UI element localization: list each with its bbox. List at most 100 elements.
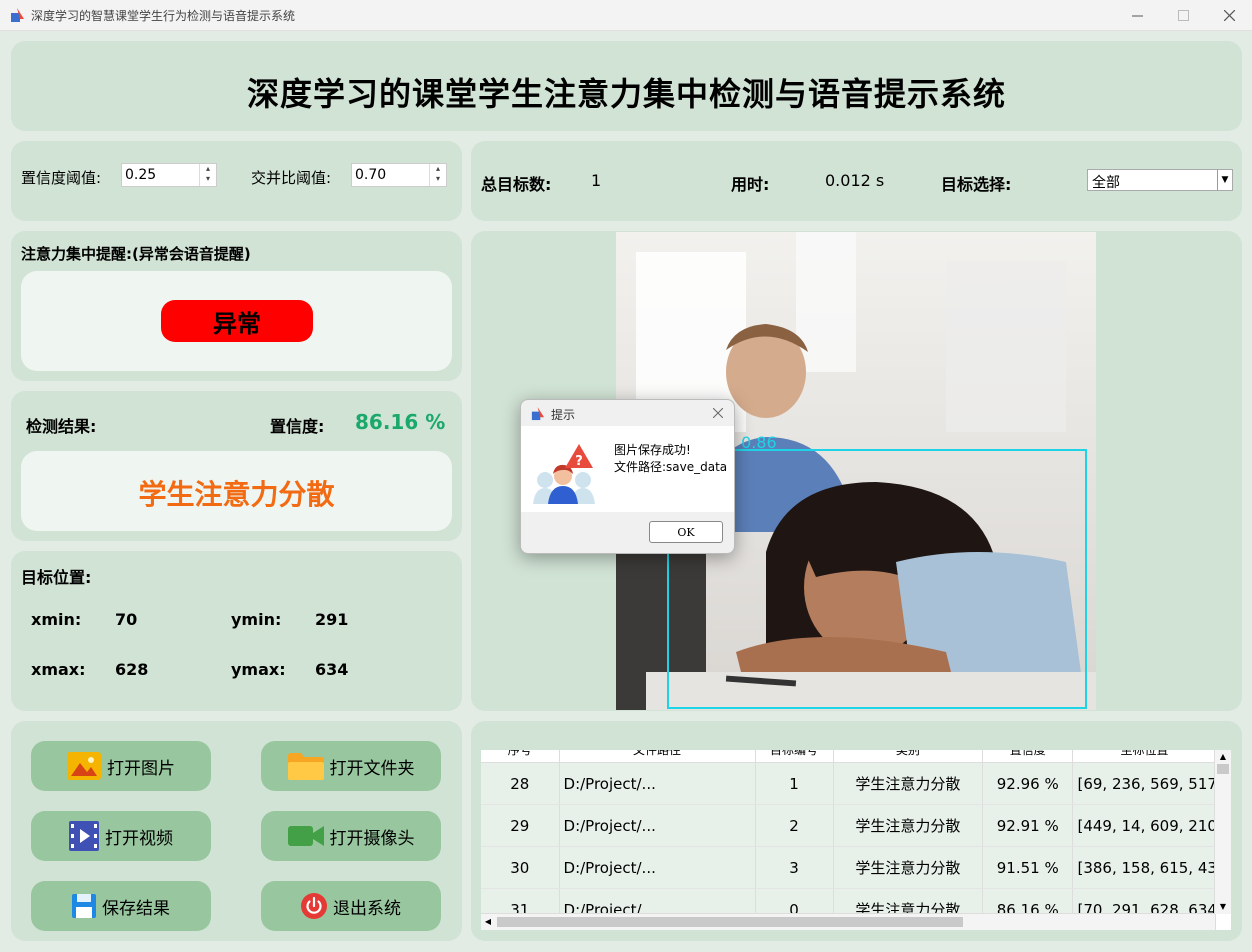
- total-targets-label: 总目标数:: [481, 175, 552, 194]
- target-select-label: 目标选择:: [941, 175, 1012, 194]
- table-cell: D:/Project/...: [559, 804, 756, 847]
- results-table[interactable]: 序号 文件路径 目标编号 类别 置信度 坐标位置 28 D:/Project/.…: [481, 750, 1231, 930]
- time-value: 0.012 s: [825, 171, 885, 190]
- app-icon: [531, 406, 545, 421]
- params-panel: 置信度阈值: 0.25 ▴ ▾ 交并比阈值: 0.70 ▴ ▾: [11, 141, 462, 221]
- iou-threshold-value: 0.70: [355, 167, 387, 183]
- svg-text:?: ?: [575, 454, 583, 469]
- table-cell: 28: [481, 762, 560, 805]
- target-select-value: 全部: [1092, 175, 1120, 191]
- save-button[interactable]: 保存结果: [31, 881, 211, 931]
- table-cell: 学生注意力分散: [833, 762, 984, 805]
- column-header[interactable]: 置信度: [982, 750, 1074, 763]
- power-icon: [301, 893, 327, 919]
- xmin-value: 70: [115, 610, 138, 629]
- buttons-panel: 打开图片 打开文件夹 打开视频 打开摄像头 保存结果 退出系统: [11, 721, 462, 941]
- ymax-label: ymax:: [231, 660, 286, 679]
- scroll-down-icon[interactable]: ▼: [1215, 900, 1231, 914]
- dialog-title: 提示: [551, 408, 576, 422]
- table-cell: [69, 236, 569, 517]: [1072, 762, 1216, 805]
- table-cell: 92.96 %: [982, 762, 1074, 805]
- result-panel: 检测结果: 置信度: 86.16 % 学生注意力分散: [11, 391, 462, 541]
- message-dialog: 提示 ? 图片保存成功! 文件路径:save_data OK: [520, 399, 735, 554]
- close-icon[interactable]: [713, 408, 723, 418]
- results-grid: 序号 文件路径 目标编号 类别 置信度 坐标位置 28 D:/Project/.…: [481, 750, 1216, 930]
- table-cell: 92.91 %: [982, 804, 1074, 847]
- result-box: 学生注意力分散: [21, 451, 452, 531]
- conf-threshold-spinbox[interactable]: 0.25 ▴ ▾: [121, 163, 217, 187]
- xmin-label: xmin:: [31, 610, 82, 629]
- open-folder-button[interactable]: 打开文件夹: [261, 741, 441, 791]
- ok-button[interactable]: OK: [649, 521, 723, 543]
- ymax-value: 634: [315, 660, 349, 679]
- alert-box: 异常: [21, 271, 452, 371]
- iou-threshold-label: 交并比阈值:: [251, 169, 332, 187]
- exit-label: 退出系统: [333, 898, 401, 919]
- dialog-message-line2: 文件路径:save_data: [614, 460, 728, 474]
- column-header[interactable]: 坐标位置: [1072, 750, 1216, 763]
- ymin-label: ymin:: [231, 610, 282, 629]
- column-header[interactable]: 目标编号: [755, 750, 834, 763]
- open-video-label: 打开视频: [105, 828, 173, 849]
- spin-arrows-icon[interactable]: ▴ ▾: [199, 164, 216, 186]
- xmax-label: xmax:: [31, 660, 86, 679]
- open-camera-button[interactable]: 打开摄像头: [261, 811, 441, 861]
- table-cell: D:/Project/...: [559, 846, 756, 889]
- close-button[interactable]: [1206, 0, 1252, 30]
- image-icon: [67, 752, 101, 780]
- open-video-button[interactable]: 打开视频: [31, 811, 211, 861]
- table-cell: [449, 14, 609, 210]: [1072, 804, 1216, 847]
- table-cell: 学生注意力分散: [833, 846, 984, 889]
- vertical-scrollbar[interactable]: ▲ ▼: [1214, 750, 1231, 914]
- column-header[interactable]: 序号: [481, 750, 560, 763]
- window-title: 深度学习的智慧课堂学生行为检测与语音提示系统: [31, 9, 296, 23]
- xmax-value: 628: [115, 660, 149, 679]
- stats-panel: 总目标数: 1 用时: 0.012 s 目标选择: 全部 ▼: [471, 141, 1242, 221]
- app-icon: [11, 8, 24, 22]
- table-cell: 2: [755, 804, 834, 847]
- result-class: 学生注意力分散: [138, 478, 335, 511]
- iou-threshold-spinbox[interactable]: 0.70 ▴ ▾: [351, 163, 447, 187]
- open-folder-label: 打开文件夹: [329, 758, 415, 779]
- table-cell: 学生注意力分散: [833, 804, 984, 847]
- target-select-dropdown[interactable]: 全部 ▼: [1087, 169, 1233, 191]
- header-panel: 深度学习的课堂学生注意力集中检测与语音提示系统: [11, 41, 1242, 131]
- video-icon: [69, 821, 99, 851]
- vertical-scroll-thumb[interactable]: [1217, 764, 1229, 774]
- position-label: 目标位置:: [21, 568, 92, 587]
- total-targets-value: 1: [591, 171, 602, 190]
- conf-threshold-label: 置信度阈值:: [21, 169, 102, 187]
- confidence-value: 86.16 %: [355, 410, 446, 434]
- save-label: 保存结果: [102, 898, 170, 919]
- confidence-label: 置信度:: [270, 417, 325, 436]
- table-cell: 91.51 %: [982, 846, 1074, 889]
- minimize-button[interactable]: [1114, 0, 1160, 30]
- save-icon: [72, 894, 96, 918]
- horizontal-scrollbar[interactable]: ◀: [481, 913, 1215, 930]
- table-header-row: 序号 文件路径 目标编号 类别 置信度 坐标位置: [481, 750, 1216, 763]
- spin-arrows-icon[interactable]: ▴ ▾: [429, 164, 446, 186]
- open-camera-label: 打开摄像头: [329, 828, 415, 849]
- maximize-button[interactable]: [1160, 0, 1206, 30]
- page-title: 深度学习的课堂学生注意力集中检测与语音提示系统: [246, 75, 1006, 113]
- table-row[interactable]: 30 D:/Project/... 3 学生注意力分散 91.51 % [386…: [481, 846, 1216, 889]
- scroll-up-icon[interactable]: ▲: [1215, 750, 1231, 764]
- minimize-icon: [1131, 15, 1143, 16]
- column-header[interactable]: 文件路径: [559, 750, 756, 763]
- result-label: 检测结果:: [26, 417, 97, 436]
- chevron-down-icon[interactable]: ▼: [1217, 170, 1232, 190]
- dialog-body: ? 图片保存成功! 文件路径:save_data: [521, 426, 734, 512]
- open-image-button[interactable]: 打开图片: [31, 741, 211, 791]
- dialog-message-line1: 图片保存成功!: [614, 443, 691, 457]
- maximize-icon: [1177, 9, 1189, 21]
- exit-button[interactable]: 退出系统: [261, 881, 441, 931]
- position-panel: 目标位置: xmin: 70 ymin: 291 xmax: 628 ymax:…: [11, 551, 462, 711]
- time-label: 用时:: [731, 175, 770, 194]
- scroll-left-icon[interactable]: ◀: [481, 914, 495, 930]
- column-header[interactable]: 类别: [833, 750, 984, 763]
- table-cell: 3: [755, 846, 834, 889]
- horizontal-scroll-thumb[interactable]: [497, 917, 963, 927]
- table-row[interactable]: 28 D:/Project/... 1 学生注意力分散 92.96 % [69,…: [481, 762, 1216, 805]
- table-row[interactable]: 29 D:/Project/... 2 学生注意力分散 92.91 % [449…: [481, 804, 1216, 847]
- close-icon: [1223, 9, 1235, 21]
